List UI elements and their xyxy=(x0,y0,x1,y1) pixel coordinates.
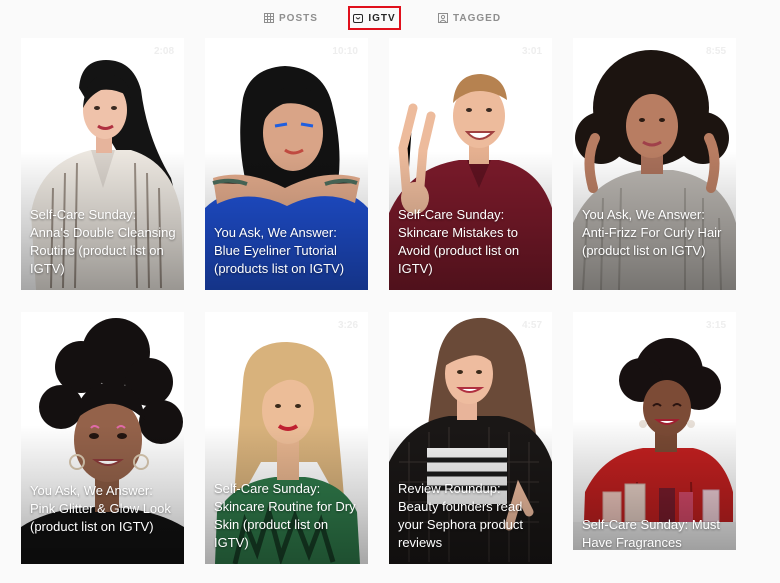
video-title: Self-Care Sunday: Anna's Double Cleansin… xyxy=(30,207,176,276)
video-duration: 3:15 xyxy=(705,320,726,331)
igtv-grid: 2:08 Self-Care Sunday: Anna's Double Cle… xyxy=(0,0,780,583)
video-title: You Ask, We Answer: Anti-Frizz For Curly… xyxy=(582,207,722,258)
video-title: Review Roundup: Beauty founders read you… xyxy=(398,481,524,550)
video-duration: 4:57 xyxy=(521,320,542,331)
video-card[interactable]: You Ask, We Answer: Pink Glitter & Glow … xyxy=(21,312,184,564)
video-card[interactable]: 2:08 Self-Care Sunday: Anna's Double Cle… xyxy=(21,38,184,290)
video-card[interactable]: 3:15 Self-Care Sunday: Must Have Fragran… xyxy=(573,312,736,550)
video-duration: 8:55 xyxy=(705,46,726,57)
video-title: Self-Care Sunday: Skincare Routine for D… xyxy=(214,481,356,550)
video-title: Self-Care Sunday: Must Have Fragrances xyxy=(582,517,721,550)
video-card[interactable]: 8:55 You Ask, We Answer: Anti-Frizz For … xyxy=(573,38,736,290)
video-card[interactable]: 10:10 You Ask, We Answer: Blue Eyeliner … xyxy=(205,38,368,290)
video-duration: 2:08 xyxy=(153,46,174,57)
video-card[interactable]: 4:57 Review Roundup: Beauty founders rea… xyxy=(389,312,552,564)
video-duration: 3:01 xyxy=(521,46,542,57)
video-duration: 3:26 xyxy=(337,320,358,331)
video-card[interactable]: 3:01 Self-Care Sunday: Skincare Mistakes… xyxy=(389,38,552,290)
video-title: Self-Care Sunday: Skincare Mistakes to A… xyxy=(398,207,520,276)
video-duration: 10:10 xyxy=(332,46,358,57)
video-title: You Ask, We Answer: Pink Glitter & Glow … xyxy=(30,483,171,534)
video-title: You Ask, We Answer: Blue Eyeliner Tutori… xyxy=(214,225,345,276)
video-card[interactable]: 3:26 Self-Care Sunday: Skincare Routine … xyxy=(205,312,368,564)
